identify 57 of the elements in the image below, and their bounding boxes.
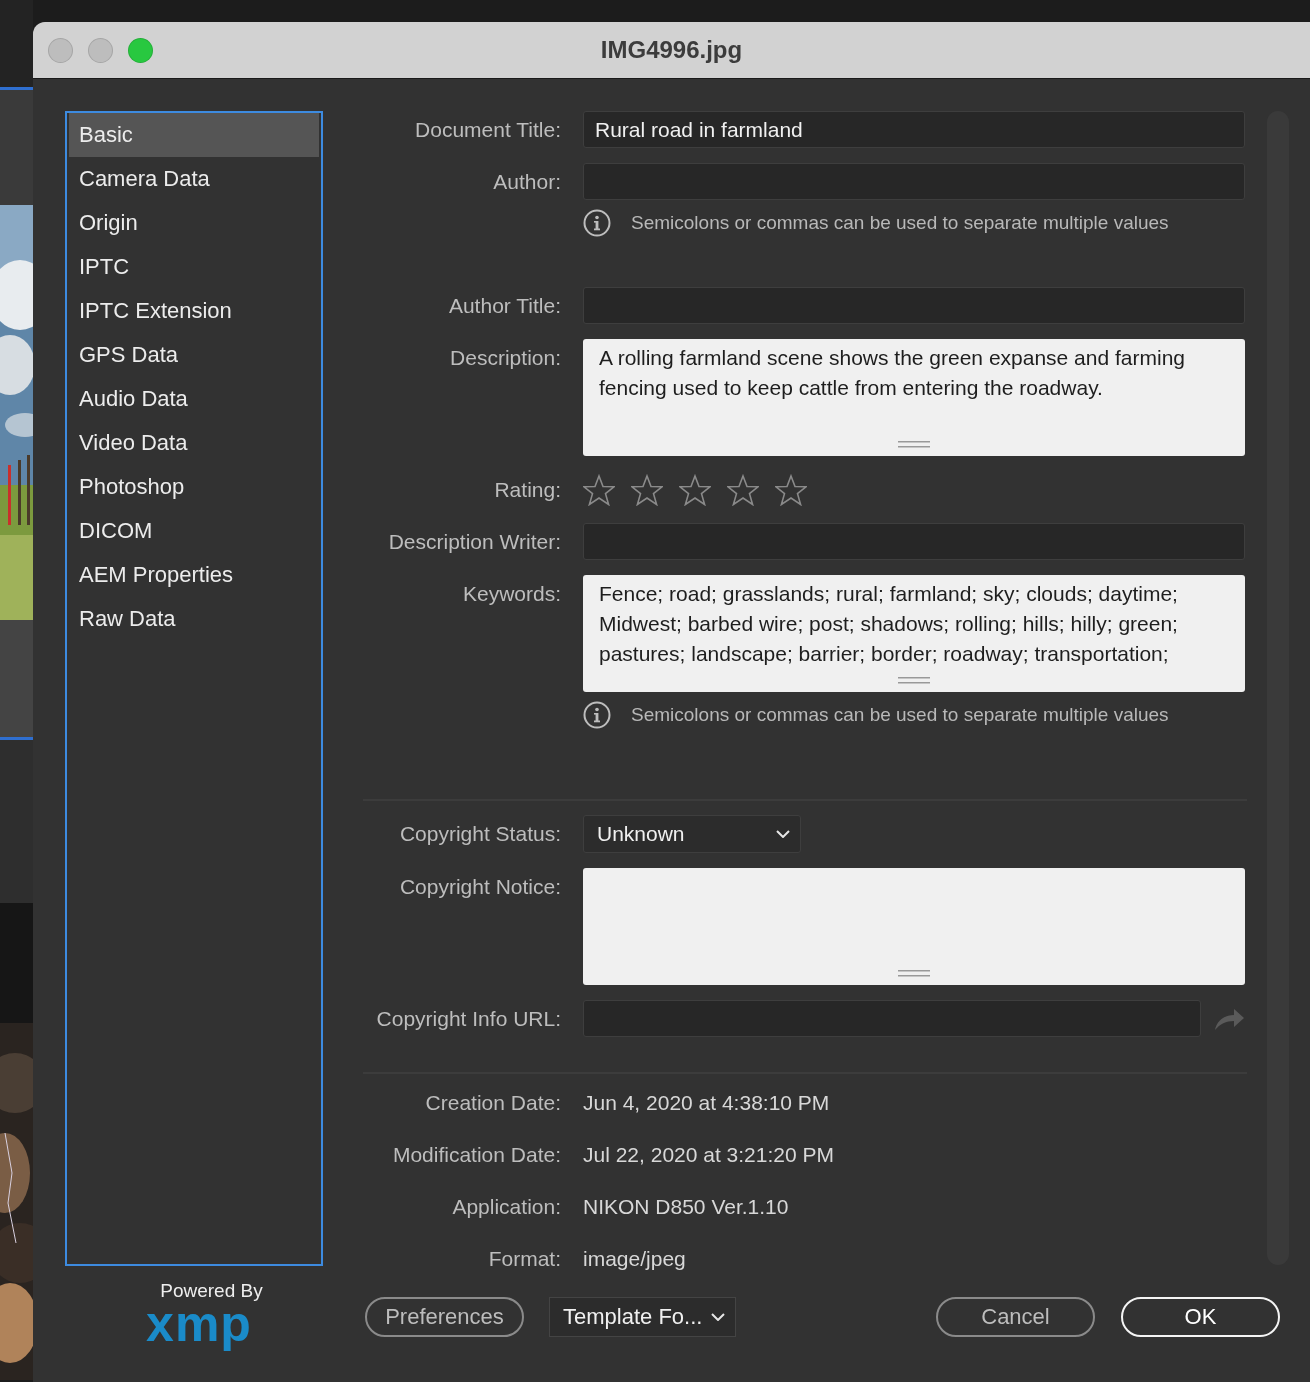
resize-grip-icon bbox=[898, 441, 930, 448]
field-label: Copyright Notice: bbox=[398, 874, 561, 900]
chevron-icon bbox=[776, 830, 790, 838]
star-icon bbox=[727, 473, 759, 506]
dropdown[interactable]: Template Fo... bbox=[549, 1297, 736, 1337]
window-title: IMG4996.jpg bbox=[600, 36, 743, 64]
sidebar-item[interactable]: Origin bbox=[69, 201, 319, 245]
field-label: Author Title: bbox=[447, 293, 561, 319]
star-icon bbox=[775, 473, 807, 506]
sidebar-item[interactable]: Video Data bbox=[69, 421, 319, 465]
field-label: Copyright Info URL: bbox=[375, 1006, 561, 1032]
ok-button[interactable]: OK bbox=[1121, 1297, 1280, 1337]
text-field[interactable]: Rural road in farmland bbox=[583, 111, 1245, 148]
minimize-button[interactable] bbox=[88, 37, 113, 63]
field-label: Author: bbox=[492, 169, 561, 195]
info-icon bbox=[583, 701, 611, 729]
field-label: Description Writer: bbox=[387, 529, 561, 555]
sidebar-item[interactable]: IPTC Extension bbox=[69, 289, 319, 333]
text-area[interactable]: Fence; road; grasslands; rural; farmland; sky; clouds; daytime; Midwest; barbed wire; post; shadows; rolling; hills; hilly; green; pastures; landscape; barrier; border; roadway; transportation; bbox=[583, 575, 1245, 692]
resize-grip-icon bbox=[898, 677, 930, 684]
star-icon bbox=[679, 473, 711, 506]
sidebar-item[interactable]: Basic bbox=[69, 113, 319, 157]
chevron-icon bbox=[711, 1313, 725, 1321]
field-label: Description: bbox=[449, 345, 561, 371]
sidebar-item[interactable]: Audio Data bbox=[69, 377, 319, 421]
field-label: Document Title: bbox=[414, 117, 561, 143]
button[interactable]: Cancel bbox=[936, 1297, 1095, 1337]
sidebar-item[interactable]: GPS Data bbox=[69, 333, 319, 377]
field-label: Application: bbox=[451, 1194, 561, 1220]
sidebar-item[interactable]: AEM Properties bbox=[69, 553, 319, 597]
field-label: Copyright Status: bbox=[398, 821, 561, 847]
star-icon bbox=[583, 473, 615, 506]
field-label: Creation Date: bbox=[424, 1090, 561, 1116]
resize-grip-icon bbox=[898, 970, 930, 977]
text-area[interactable]: A rolling farmland scene shows the green expanse and farming fencing used to keep cattle from entering the roadway. bbox=[583, 339, 1245, 456]
field-label: Modification Date: bbox=[391, 1142, 561, 1168]
zoom-button[interactable] bbox=[128, 37, 153, 63]
sidebar-item[interactable]: IPTC bbox=[69, 245, 319, 289]
field-label: Keywords: bbox=[461, 581, 561, 607]
field-label: Rating: bbox=[493, 477, 561, 503]
hint-text: Semicolons or commas can be used to separate multiple values bbox=[631, 212, 1169, 234]
field-label: Format: bbox=[487, 1246, 561, 1272]
info-icon bbox=[583, 209, 611, 237]
star-icon bbox=[631, 473, 663, 506]
field-value: Jun 4, 2020 at 4:38:10 PM bbox=[583, 1090, 831, 1116]
field-value: NIKON D850 Ver.1.10 bbox=[583, 1194, 790, 1220]
text-area[interactable] bbox=[583, 868, 1245, 985]
close-button[interactable] bbox=[48, 37, 73, 63]
button[interactable]: Preferences bbox=[365, 1297, 524, 1337]
sidebar-item[interactable]: Photoshop bbox=[69, 465, 319, 509]
dropdown[interactable]: Unknown bbox=[583, 815, 801, 853]
sidebar-item[interactable]: Raw Data bbox=[69, 597, 319, 641]
sidebar-item[interactable]: Camera Data bbox=[69, 157, 319, 201]
field-value: image/jpeg bbox=[583, 1246, 687, 1272]
field-value: Jul 22, 2020 at 3:21:20 PM bbox=[583, 1142, 835, 1168]
sidebar-item[interactable]: DICOM bbox=[69, 509, 319, 553]
hint-text: Semicolons or commas can be used to separate multiple values bbox=[631, 704, 1169, 726]
